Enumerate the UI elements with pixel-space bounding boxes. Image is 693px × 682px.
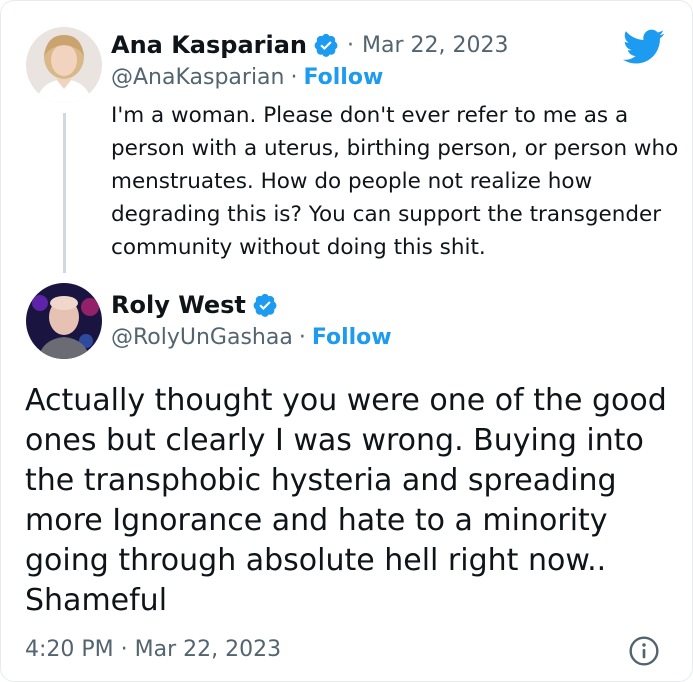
tweet-date[interactable]: Mar 22, 2023 [362, 33, 508, 58]
ana-kasparian-avatar[interactable] [26, 27, 102, 103]
thread-connector-line [63, 113, 66, 273]
separator-dot: · [347, 32, 355, 58]
info-icon[interactable] [628, 635, 660, 667]
author-handle[interactable]: @RolyUnGashaa [111, 325, 293, 350]
reply-tweet-text: Actually thought you were one of the goo… [25, 383, 667, 618]
separator-dot: · [290, 65, 298, 90]
follow-button[interactable]: Follow [312, 325, 392, 350]
reply-tweet-subheader: @RolyUnGashaa · Follow [111, 325, 392, 350]
separator-dot: · [298, 325, 306, 350]
roly-west-avatar[interactable] [26, 283, 102, 359]
quoted-tweet-subheader: @AnaKasparian · Follow [111, 65, 383, 90]
tweet-timestamp[interactable]: 4:20 PM · Mar 22, 2023 [25, 637, 281, 662]
quoted-tweet-header: Ana Kasparian · Mar 22, 2023 [111, 31, 509, 59]
verified-badge-icon [314, 33, 338, 57]
follow-button[interactable]: Follow [304, 65, 384, 90]
author-name[interactable]: Roly West [111, 291, 246, 319]
author-name[interactable]: Ana Kasparian [111, 31, 307, 59]
author-handle[interactable]: @AnaKasparian [111, 65, 285, 90]
twitter-bird-icon[interactable] [623, 29, 665, 65]
verified-badge-icon [253, 293, 277, 317]
quoted-tweet-text: I'm a woman. Please don't ever refer to … [111, 103, 679, 260]
reply-tweet-header: Roly West [111, 291, 278, 319]
tweet-embed-card: Ana Kasparian · Mar 22, 2023 @AnaKaspari… [0, 0, 693, 682]
